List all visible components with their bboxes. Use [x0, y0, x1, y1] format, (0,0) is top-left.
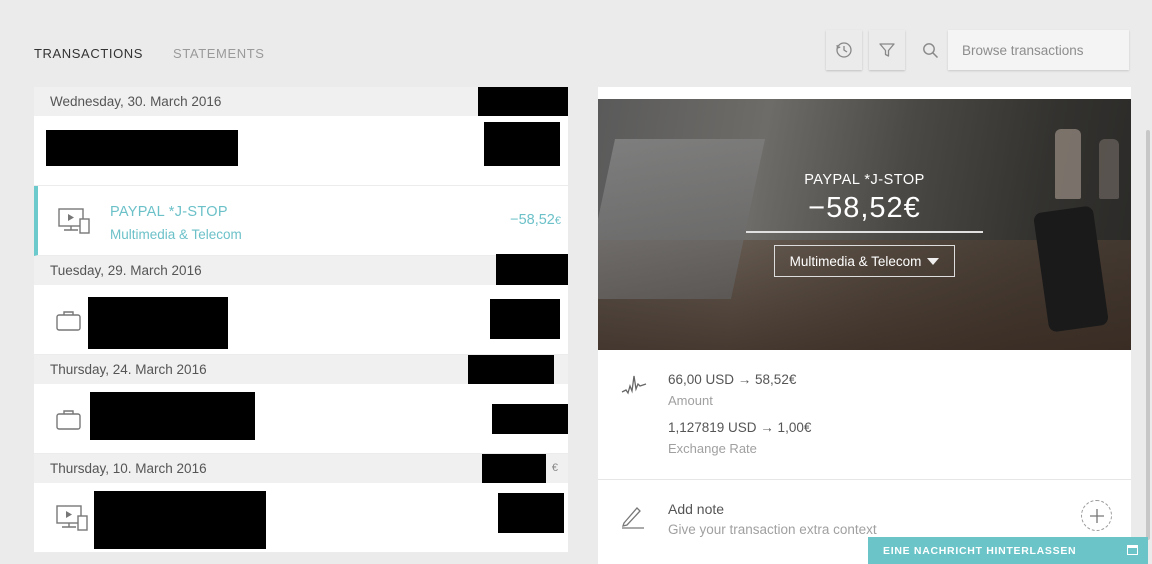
hero-divider — [746, 231, 983, 233]
detail-divider — [598, 479, 1131, 480]
redaction — [94, 491, 266, 549]
plus-icon — [1089, 508, 1104, 523]
day-header: Thursday, 10. March 2016 € — [34, 454, 568, 492]
transaction-amount: −58,52€ — [510, 212, 561, 228]
redaction — [468, 355, 554, 387]
day-date: Thursday, 10. March 2016 — [50, 461, 207, 476]
multimedia-icon — [58, 208, 90, 234]
transaction-category: Multimedia & Telecom — [110, 227, 242, 242]
chevron-down-icon — [927, 257, 940, 265]
search-button[interactable] — [912, 30, 948, 70]
search-field[interactable] — [948, 30, 1129, 70]
history-button[interactable] — [826, 30, 862, 70]
amount-label: Amount — [668, 393, 713, 408]
day-header: Tuesday, 29. March 2016 — [34, 254, 568, 286]
transaction-row-selected[interactable]: PAYPAL *J-STOP Multimedia & Telecom −58,… — [34, 186, 568, 256]
transaction-detail: PAYPAL *J-STOP −58,52€ Multimedia & Tele… — [598, 87, 1131, 564]
redaction — [88, 297, 228, 349]
tab-statements[interactable]: STATEMENTS — [173, 46, 264, 61]
transaction-row[interactable] — [34, 384, 568, 454]
multimedia-icon — [56, 505, 88, 531]
add-note-button[interactable] — [1081, 500, 1112, 531]
filter-icon — [879, 43, 895, 57]
currency-chart-icon — [621, 375, 647, 395]
day-header: Thursday, 24. March 2016 — [34, 355, 568, 387]
add-note-title: Add note — [668, 501, 725, 517]
transaction-name: PAYPAL *J-STOP — [110, 204, 228, 220]
redaction — [90, 392, 255, 440]
redaction — [484, 122, 560, 166]
detail-amount: −58,52€ — [808, 192, 921, 224]
transaction-row[interactable] — [34, 285, 568, 355]
amount-conversion: 66,00 USD → 58,52€ — [668, 372, 797, 387]
briefcase-icon — [56, 311, 81, 331]
transaction-currency: € — [554, 215, 561, 227]
day-date: Thursday, 24. March 2016 — [50, 362, 207, 377]
euro-mark: € — [551, 462, 558, 474]
transaction-amount-value: −58,52 — [510, 212, 555, 228]
category-dropdown-label: Multimedia & Telecom — [789, 253, 922, 269]
filter-button[interactable] — [869, 30, 905, 70]
tab-bar: TRANSACTIONS STATEMENTS — [34, 46, 265, 61]
scrollbar[interactable] — [1146, 130, 1150, 540]
transaction-row[interactable] — [34, 116, 568, 186]
search-input[interactable] — [962, 42, 1122, 58]
redaction — [46, 130, 238, 166]
day-header: Wednesday, 30. March 2016 — [34, 87, 568, 117]
detail-hero: PAYPAL *J-STOP −58,52€ Multimedia & Tele… — [598, 99, 1131, 350]
pencil-icon — [622, 507, 644, 529]
window-icon[interactable] — [1127, 545, 1138, 555]
detail-name: PAYPAL *J-STOP — [804, 172, 925, 188]
chat-widget-bar[interactable]: EINE NACHRICHT HINTERLASSEN — [868, 537, 1148, 564]
hero-content: PAYPAL *J-STOP −58,52€ Multimedia & Tele… — [598, 99, 1131, 350]
transaction-list: Wednesday, 30. March 2016 PAYPAL *J-STOP… — [34, 87, 568, 560]
toolbar — [826, 30, 1129, 70]
rate-label: Exchange Rate — [668, 441, 757, 456]
transaction-row[interactable] — [34, 483, 568, 553]
day-date: Tuesday, 29. March 2016 — [50, 263, 202, 278]
add-note-hint: Give your transaction extra context — [668, 522, 877, 537]
history-icon — [836, 42, 852, 58]
redaction — [490, 299, 560, 339]
redaction — [492, 404, 568, 434]
redaction — [496, 254, 568, 286]
day-date: Wednesday, 30. March 2016 — [50, 94, 222, 109]
search-icon — [922, 42, 938, 58]
redaction — [478, 87, 568, 117]
tab-transactions[interactable]: TRANSACTIONS — [34, 46, 143, 61]
redaction — [498, 493, 564, 533]
briefcase-icon — [56, 410, 81, 430]
rate-conversion: 1,127819 USD → 1,00€ — [668, 420, 812, 435]
category-dropdown[interactable]: Multimedia & Telecom — [774, 245, 955, 277]
chat-label: EINE NACHRICHT HINTERLASSEN — [883, 544, 1077, 557]
